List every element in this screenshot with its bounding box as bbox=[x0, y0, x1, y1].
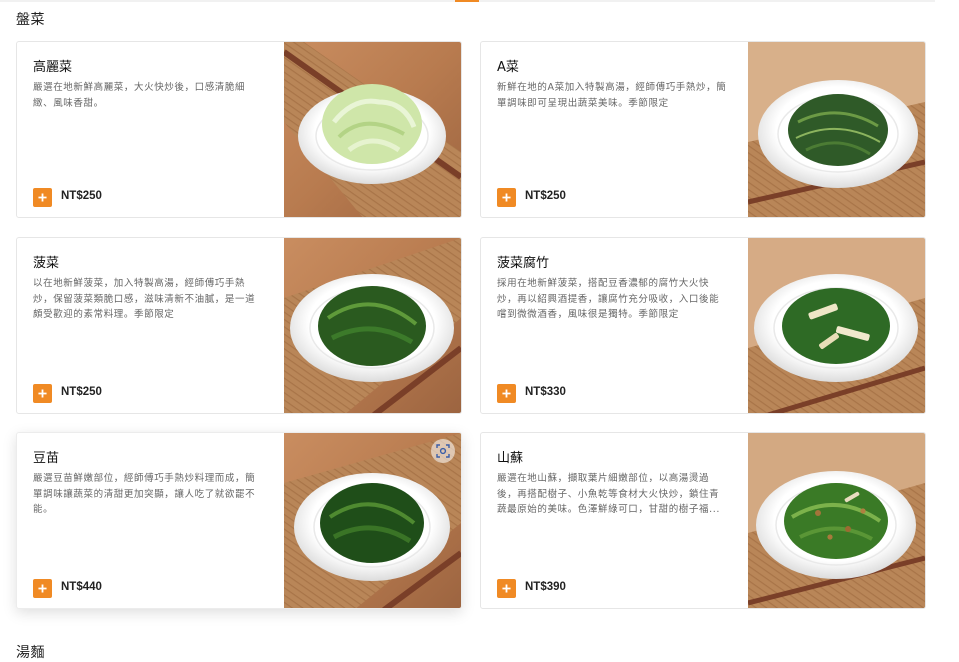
menu-card[interactable]: 山蘇 嚴選在地山蘇，擷取葉片細嫩部位，以高湯燙過後，再搭配樹子、小魚乾等食材大火… bbox=[480, 432, 926, 609]
dish-name: 山蘇 bbox=[497, 451, 524, 466]
dish-price: NT$250 bbox=[61, 386, 102, 398]
menu-card[interactable]: 菠菜腐竹 採用在地新鮮菠菜，搭配豆香濃郁的腐竹大火快炒，再以紹興酒提香，讓腐竹充… bbox=[480, 237, 926, 414]
top-progress-bar bbox=[0, 0, 935, 2]
dish-description: 以在地新鮮菠菜，加入特製高湯，經師傅巧手熱炒，保留菠菜類脆口感，滋味清新不油膩，… bbox=[33, 278, 256, 320]
plus-icon bbox=[38, 389, 47, 398]
dish-description: 採用在地新鮮菠菜，搭配豆香濃郁的腐竹大火快炒，再以紹興酒提香，讓腐竹充分吸收，入… bbox=[497, 278, 720, 320]
dish-description: 嚴選在地山蘇，擷取葉片細嫩部位，以高湯燙過後，再搭配樹子、小魚乾等食材大火快炒，… bbox=[497, 473, 720, 515]
dish-photo[interactable] bbox=[284, 42, 461, 217]
section-title-soup-noodles: 湯麵 bbox=[16, 645, 45, 661]
dish-name: 豆苗 bbox=[33, 451, 60, 466]
dish-name: A菜 bbox=[497, 60, 519, 75]
dish-name: 菠菜 bbox=[33, 256, 60, 271]
dish-photo[interactable] bbox=[284, 238, 461, 413]
section-title-plates: 盤菜 bbox=[16, 12, 45, 28]
plus-icon bbox=[502, 584, 511, 593]
dish-price: NT$390 bbox=[525, 581, 566, 593]
dish-price: NT$440 bbox=[61, 581, 102, 593]
menu-card[interactable]: A菜 新鮮在地的A菜加入特製高湯，經師傅巧手熱炒，簡單調味即可呈現出蔬菜美味。季… bbox=[480, 41, 926, 218]
dish-description: 新鮮在地的A菜加入特製高湯，經師傅巧手熱炒，簡單調味即可呈現出蔬菜美味。季節限定 bbox=[497, 82, 727, 109]
add-to-cart-button[interactable] bbox=[33, 188, 52, 207]
dish-description: 嚴選在地新鮮高麗菜，大火快炒後，口感清脆細緻、風味香甜。 bbox=[33, 82, 246, 109]
dish-photo[interactable] bbox=[748, 42, 925, 217]
menu-card[interactable]: 高麗菜 嚴選在地新鮮高麗菜，大火快炒後，口感清脆細緻、風味香甜。 NT$250 bbox=[16, 41, 462, 218]
dish-photo[interactable] bbox=[748, 433, 925, 608]
plus-icon bbox=[38, 584, 47, 593]
dish-photo[interactable] bbox=[748, 238, 925, 413]
add-to-cart-button[interactable] bbox=[33, 384, 52, 403]
dish-photo[interactable] bbox=[284, 433, 461, 608]
visual-search-button[interactable] bbox=[431, 439, 455, 463]
dish-price: NT$330 bbox=[525, 386, 566, 398]
menu-card[interactable]: 豆苗 嚴選豆苗鮮嫩部位，經師傅巧手熱炒料理而成，簡單調味讓蔬菜的清甜更加突顯，讓… bbox=[16, 432, 462, 609]
dish-price: NT$250 bbox=[525, 190, 566, 202]
dish-name: 高麗菜 bbox=[33, 60, 73, 75]
dish-description: 嚴選豆苗鮮嫩部位，經師傅巧手熱炒料理而成，簡單調味讓蔬菜的清甜更加突顯，讓人吃了… bbox=[33, 473, 256, 515]
add-to-cart-button[interactable] bbox=[33, 579, 52, 598]
visual-search-icon bbox=[436, 444, 450, 458]
plus-icon bbox=[502, 193, 511, 202]
menu-card[interactable]: 菠菜 以在地新鮮菠菜，加入特製高湯，經師傅巧手熱炒，保留菠菜類脆口感，滋味清新不… bbox=[16, 237, 462, 414]
add-to-cart-button[interactable] bbox=[497, 188, 516, 207]
dish-name: 菠菜腐竹 bbox=[497, 256, 550, 271]
plus-icon bbox=[502, 389, 511, 398]
add-to-cart-button[interactable] bbox=[497, 579, 516, 598]
add-to-cart-button[interactable] bbox=[497, 384, 516, 403]
plus-icon bbox=[38, 193, 47, 202]
dish-price: NT$250 bbox=[61, 190, 102, 202]
top-accent-indicator bbox=[455, 0, 479, 2]
